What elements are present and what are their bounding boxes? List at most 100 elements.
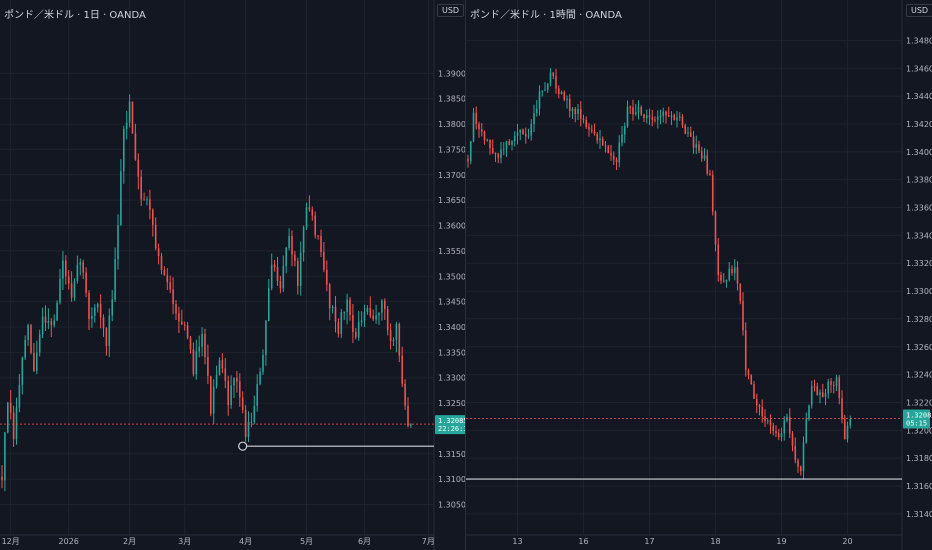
candle-body (210, 375, 212, 414)
y-tick-label: 1.31400 (906, 510, 932, 519)
candle-body (221, 360, 224, 369)
candle-body (375, 315, 377, 320)
candle-body (262, 355, 264, 373)
candle-body (154, 224, 157, 249)
daily-chart-panel[interactable]: 1.305001.310001.315001.320001.325001.330… (0, 0, 466, 550)
candle-body (357, 322, 360, 338)
candle-body (24, 339, 26, 358)
candle-body (123, 128, 125, 172)
y-tick-label: 1.37000 (438, 171, 466, 180)
y-tick-label: 1.33600 (906, 204, 932, 213)
candle-body (7, 402, 9, 433)
candle-body (143, 199, 145, 201)
candle-body (700, 151, 703, 159)
candle-body (810, 386, 813, 406)
candle-body (478, 123, 480, 130)
candle-body (288, 236, 290, 248)
candle-body (643, 114, 645, 119)
candle-body (585, 119, 588, 128)
candle-body (483, 131, 486, 141)
candle-body (626, 106, 629, 127)
candle-body (204, 333, 206, 358)
candle-body (372, 315, 374, 320)
candle-body (629, 106, 632, 108)
candle-body (560, 91, 563, 95)
candle-body (678, 116, 681, 118)
y-tick-label: 1.32800 (906, 315, 932, 324)
x-tick-label: 17 (644, 537, 654, 546)
y-tick-label: 1.31500 (438, 450, 466, 459)
candle-body (544, 89, 546, 91)
candle-body (241, 397, 244, 410)
candle-body (160, 256, 163, 271)
daily-candlestick-chart[interactable]: 1.305001.310001.315001.320001.325001.330… (0, 0, 466, 550)
candle-body (317, 235, 319, 237)
candle-body (794, 445, 797, 461)
candle-body (389, 330, 392, 342)
y-tick-label: 1.31800 (906, 454, 932, 463)
candle-body (568, 98, 571, 112)
candle-body (88, 292, 90, 319)
candle-body (676, 117, 678, 121)
candle-body (128, 101, 131, 123)
candle-body (849, 419, 852, 426)
candle-body (736, 267, 739, 284)
hourly-currency-button[interactable]: USD (906, 4, 932, 17)
candle-body (599, 138, 601, 141)
hourly-chart-panel[interactable]: 1.314001.316001.318001.320001.322001.324… (466, 0, 932, 550)
x-tick-label: 6月 (358, 537, 371, 546)
candle-body (563, 91, 566, 100)
x-tick-label: 7月 (422, 537, 435, 546)
line-anchor-handle[interactable] (238, 441, 248, 451)
candle-body (343, 311, 345, 313)
x-tick-label: 13 (512, 537, 522, 546)
y-tick-label: 1.32400 (906, 371, 932, 380)
candle-body (681, 116, 684, 126)
x-tick-label: 2月 (123, 537, 136, 546)
candle-body (632, 107, 634, 115)
candle-body (270, 264, 273, 289)
candle-body (166, 275, 169, 283)
candle-body (291, 236, 293, 255)
candle-body (615, 159, 618, 163)
candle-body (349, 299, 351, 315)
candle-body (753, 384, 755, 399)
candle-body (593, 131, 596, 134)
x-tick-label: 3月 (178, 537, 191, 546)
candle-body (302, 227, 305, 253)
candle-body (41, 316, 44, 335)
y-tick-label: 1.33400 (906, 231, 932, 240)
candle-body (181, 321, 183, 325)
candle-body (163, 270, 166, 276)
candle-body (183, 324, 186, 326)
candle-body (739, 283, 742, 301)
candle-body (340, 312, 343, 334)
candle-body (667, 115, 670, 117)
candle-body (802, 442, 805, 472)
candle-body (530, 124, 533, 136)
hourly-candlestick-chart[interactable]: 1.314001.316001.318001.320001.322001.324… (466, 0, 932, 550)
candle-body (618, 142, 621, 163)
candle-body (15, 407, 18, 440)
candle-body (38, 334, 41, 353)
candle-body (489, 139, 491, 148)
candle-body (791, 433, 794, 446)
candle-body (407, 405, 409, 426)
candle-body (813, 386, 816, 388)
candle-body (684, 125, 687, 134)
candle-body (195, 351, 198, 375)
candle-body (233, 377, 235, 386)
candle-body (610, 152, 612, 156)
candle-body (21, 357, 24, 385)
daily-currency-button[interactable]: USD (437, 4, 465, 17)
candle-body (294, 254, 296, 261)
y-tick-label: 1.30500 (438, 501, 466, 510)
candle-body (369, 308, 372, 316)
y-tick-label: 1.34200 (906, 120, 932, 129)
candle-body (571, 108, 574, 112)
candle-body (687, 132, 689, 134)
candle-body (535, 108, 538, 114)
y-tick-label: 1.31600 (906, 482, 932, 491)
y-tick-label: 1.34600 (906, 64, 932, 73)
candle-body (805, 419, 808, 443)
